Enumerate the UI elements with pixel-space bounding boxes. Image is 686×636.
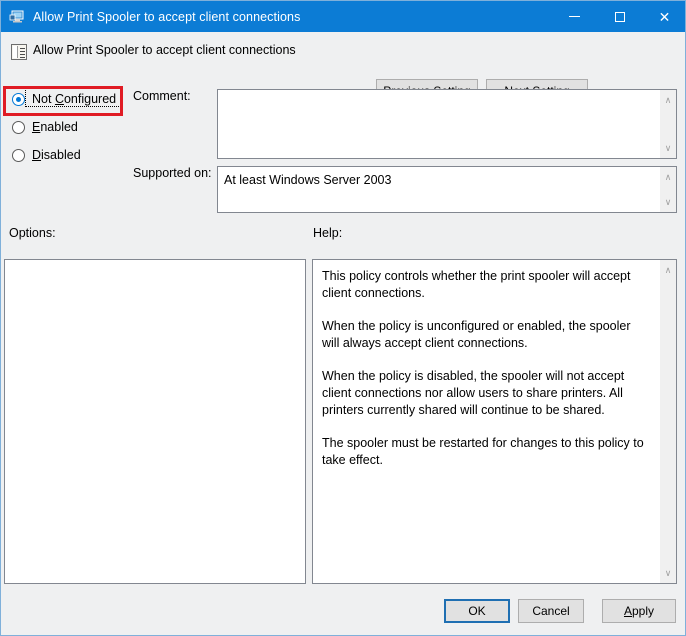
- group-policy-setting-dialog: Allow Print Spooler to accept client con…: [0, 0, 686, 636]
- options-content: [5, 260, 305, 583]
- help-scrollbar[interactable]: ∧ ∨: [660, 260, 676, 583]
- ok-button[interactable]: OK: [444, 599, 510, 623]
- apply-button[interactable]: Apply: [602, 599, 676, 623]
- apply-label: pply: [632, 604, 655, 618]
- focus-indicator: [25, 88, 121, 107]
- help-paragraph: When the policy is disabled, the spooler…: [322, 369, 625, 417]
- comment-scrollbar[interactable]: ∧ ∨: [660, 90, 676, 158]
- help-paragraph: When the policy is unconfigured or enabl…: [322, 319, 631, 350]
- comment-textbox[interactable]: ∧ ∨: [217, 89, 677, 159]
- help-label: Help:: [313, 226, 343, 240]
- options-pane[interactable]: [4, 259, 306, 584]
- setting-header: Allow Print Spooler to accept client con…: [1, 32, 685, 103]
- radio-disabled-mark: [12, 148, 25, 162]
- maximize-button[interactable]: [597, 1, 642, 32]
- supported-on-value: At least Windows Server 2003: [224, 173, 392, 187]
- maximize-icon: [614, 11, 625, 22]
- scroll-up-icon[interactable]: ∧: [660, 169, 676, 185]
- scroll-down-icon[interactable]: ∨: [660, 140, 676, 156]
- minimize-icon: [569, 16, 580, 17]
- options-label: Options:: [9, 226, 56, 240]
- window-title: Allow Print Spooler to accept client con…: [33, 9, 301, 24]
- help-paragraph: The spooler must be restarted for change…: [322, 436, 644, 467]
- comment-label: Comment:: [133, 89, 191, 103]
- radio-disabled[interactable]: Disabled: [12, 145, 81, 165]
- supported-on-scrollbar[interactable]: ∧ ∨: [660, 167, 676, 212]
- scroll-up-icon[interactable]: ∧: [660, 262, 676, 278]
- help-pane[interactable]: This policy controls whether the print s…: [312, 259, 677, 584]
- radio-disabled-label: Disabled: [32, 148, 81, 162]
- radio-not-configured-mark: [12, 92, 25, 106]
- scroll-up-icon[interactable]: ∧: [660, 92, 676, 108]
- minimize-button[interactable]: [552, 1, 597, 32]
- close-button[interactable]: ✕: [642, 1, 685, 32]
- help-content: This policy controls whether the print s…: [313, 260, 660, 583]
- radio-enabled-mark: [12, 120, 25, 134]
- title-bar: Allow Print Spooler to accept client con…: [1, 1, 685, 32]
- caption-button-group: ✕: [552, 1, 685, 32]
- monitor-icon: [9, 9, 25, 25]
- policy-setting-icon: [11, 44, 27, 60]
- setting-name: Allow Print Spooler to accept client con…: [33, 43, 296, 57]
- help-paragraph: This policy controls whether the print s…: [322, 269, 631, 300]
- supported-on-label: Supported on:: [133, 166, 212, 180]
- cancel-button[interactable]: Cancel: [518, 599, 584, 623]
- scroll-down-icon[interactable]: ∨: [660, 565, 676, 581]
- supported-on-textbox[interactable]: At least Windows Server 2003 ∧ ∨: [217, 166, 677, 213]
- comment-input[interactable]: [218, 90, 660, 158]
- scroll-down-icon[interactable]: ∨: [660, 194, 676, 210]
- radio-enabled-label: Enabled: [32, 120, 78, 134]
- radio-enabled[interactable]: Enabled: [12, 117, 78, 137]
- apply-accel: A: [623, 604, 632, 618]
- close-icon: ✕: [658, 8, 671, 25]
